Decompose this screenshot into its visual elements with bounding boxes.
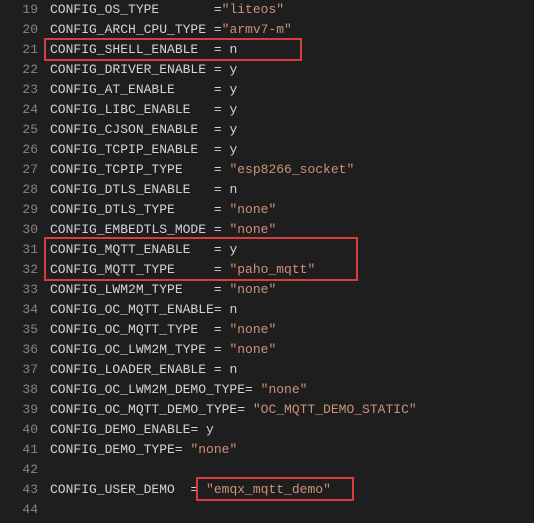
code-line[interactable]: CONFIG_MQTT_ENABLE = y [50, 240, 534, 260]
line-number: 28 [0, 180, 38, 200]
line-number-gutter: 1920212223242526272829303132333435363738… [0, 0, 50, 520]
line-number: 37 [0, 360, 38, 380]
line-number: 38 [0, 380, 38, 400]
line-number: 30 [0, 220, 38, 240]
line-number: 21 [0, 40, 38, 60]
code-line[interactable]: CONFIG_AT_ENABLE = y [50, 80, 534, 100]
line-number: 33 [0, 280, 38, 300]
code-line[interactable]: CONFIG_USER_DEMO = "emqx_mqtt_demo" [50, 480, 534, 500]
line-number: 19 [0, 0, 38, 20]
code-line[interactable]: CONFIG_ARCH_CPU_TYPE ="armv7-m" [50, 20, 534, 40]
line-number: 25 [0, 120, 38, 140]
code-area[interactable]: CONFIG_OS_TYPE ="liteos"CONFIG_ARCH_CPU_… [50, 0, 534, 520]
line-number: 23 [0, 80, 38, 100]
code-line[interactable]: CONFIG_OC_LWM2M_DEMO_TYPE= "none" [50, 380, 534, 400]
code-line[interactable]: CONFIG_LIBC_ENABLE = y [50, 100, 534, 120]
code-line[interactable]: CONFIG_SHELL_ENABLE = n [50, 40, 534, 60]
code-line[interactable]: CONFIG_MQTT_TYPE = "paho_mqtt" [50, 260, 534, 280]
code-line[interactable]: CONFIG_OC_MQTT_DEMO_TYPE= "OC_MQTT_DEMO_… [50, 400, 534, 420]
line-number: 44 [0, 500, 38, 520]
code-line[interactable]: CONFIG_OC_MQTT_ENABLE= n [50, 300, 534, 320]
code-line[interactable]: CONFIG_OC_MQTT_TYPE = "none" [50, 320, 534, 340]
code-line[interactable]: CONFIG_DRIVER_ENABLE = y [50, 60, 534, 80]
line-number: 20 [0, 20, 38, 40]
code-line[interactable] [50, 500, 534, 520]
line-number: 31 [0, 240, 38, 260]
line-number: 36 [0, 340, 38, 360]
code-line[interactable] [50, 460, 534, 480]
line-number: 42 [0, 460, 38, 480]
line-number: 35 [0, 320, 38, 340]
code-line[interactable]: CONFIG_DTLS_TYPE = "none" [50, 200, 534, 220]
line-number: 39 [0, 400, 38, 420]
line-number: 26 [0, 140, 38, 160]
code-line[interactable]: CONFIG_EMBEDTLS_MODE = "none" [50, 220, 534, 240]
line-number: 40 [0, 420, 38, 440]
code-line[interactable]: CONFIG_LWM2M_TYPE = "none" [50, 280, 534, 300]
line-number: 29 [0, 200, 38, 220]
code-line[interactable]: CONFIG_OS_TYPE ="liteos" [50, 0, 534, 20]
line-number: 27 [0, 160, 38, 180]
code-line[interactable]: CONFIG_OC_LWM2M_TYPE = "none" [50, 340, 534, 360]
code-editor[interactable]: 1920212223242526272829303132333435363738… [0, 0, 534, 520]
code-line[interactable]: CONFIG_CJSON_ENABLE = y [50, 120, 534, 140]
line-number: 32 [0, 260, 38, 280]
code-line[interactable]: CONFIG_DTLS_ENABLE = n [50, 180, 534, 200]
line-number: 43 [0, 480, 38, 500]
code-line[interactable]: CONFIG_DEMO_TYPE= "none" [50, 440, 534, 460]
line-number: 22 [0, 60, 38, 80]
code-line[interactable]: CONFIG_LOADER_ENABLE = n [50, 360, 534, 380]
line-number: 24 [0, 100, 38, 120]
line-number: 34 [0, 300, 38, 320]
line-number: 41 [0, 440, 38, 460]
code-line[interactable]: CONFIG_TCPIP_TYPE = "esp8266_socket" [50, 160, 534, 180]
code-line[interactable]: CONFIG_TCPIP_ENABLE = y [50, 140, 534, 160]
code-line[interactable]: CONFIG_DEMO_ENABLE= y [50, 420, 534, 440]
